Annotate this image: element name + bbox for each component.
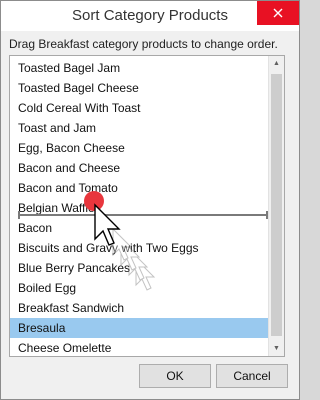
vertical-scrollbar[interactable]: ▲ ▼ [268, 56, 284, 356]
list-item[interactable]: Cold Cereal With Toast [10, 98, 270, 118]
ok-button[interactable]: OK [139, 364, 211, 388]
list-item[interactable]: Boiled Egg [10, 278, 270, 298]
scroll-up-arrow-icon[interactable]: ▲ [269, 56, 284, 71]
scroll-down-arrow-icon[interactable]: ▼ [269, 341, 284, 356]
list-item[interactable]: Blue Berry Pancakes [10, 258, 270, 278]
list-item[interactable]: Bresaula [10, 318, 270, 338]
scroll-thumb[interactable] [271, 74, 282, 336]
list-item[interactable]: Egg, Bacon Cheese [10, 138, 270, 158]
product-list: Toasted Bagel Jam Toasted Bagel Cheese Col… [10, 58, 270, 356]
list-item[interactable]: Toasted Bagel Cheese [10, 78, 270, 98]
list-item[interactable]: Bacon and Tomato [10, 178, 270, 198]
dialog-title: Sort Category Products [72, 7, 228, 24]
instructions-text: Drag Breakfast category products to chan… [9, 37, 278, 51]
cancel-button[interactable]: Cancel [216, 364, 288, 388]
list-item[interactable]: Cheese Omelette [10, 338, 270, 356]
list-item[interactable]: Toasted Bagel Jam [10, 58, 270, 78]
list-item[interactable]: Bacon and Cheese [10, 158, 270, 178]
list-item[interactable]: Bacon [10, 218, 270, 238]
close-icon [273, 8, 283, 18]
list-item[interactable]: Toast and Jam [10, 118, 270, 138]
list-item[interactable]: Biscuits and Gravy with Two Eggs [10, 238, 270, 258]
close-button[interactable] [257, 1, 299, 25]
list-item[interactable]: Breakfast Sandwich [10, 298, 270, 318]
sort-dialog: Sort Category Products Drag Breakfast ca… [0, 0, 300, 400]
title-bar: Sort Category Products [1, 1, 299, 31]
product-listbox[interactable]: Toasted Bagel Jam Toasted Bagel Cheese Col… [9, 55, 285, 357]
drop-position-indicator [18, 211, 268, 219]
